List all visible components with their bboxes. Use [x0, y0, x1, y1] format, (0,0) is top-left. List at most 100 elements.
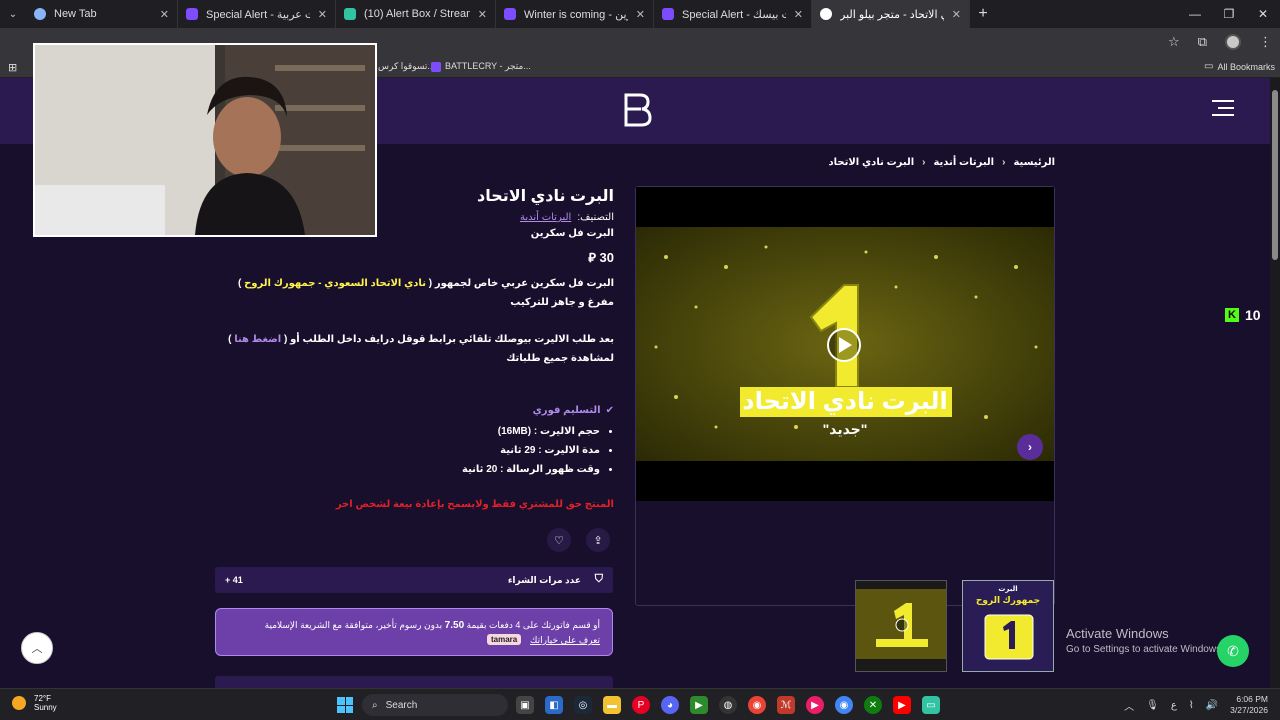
- start-button[interactable]: [337, 697, 353, 713]
- app-icon[interactable]: ▶: [806, 696, 824, 714]
- product-gallery: البرت نادي الاتحاد "جديد": [635, 186, 1055, 606]
- share-button[interactable]: ⇪: [586, 528, 610, 552]
- site-icon: [504, 8, 516, 20]
- page-scrollbar[interactable]: [1270, 78, 1280, 688]
- breadcrumb-home[interactable]: الرئيسية: [1013, 157, 1055, 168]
- kick-widget[interactable]: K 10: [1225, 307, 1261, 323]
- delivery-description: بعد طلب الاليرت بيوصلك تلقائي برابط قوقل…: [228, 334, 614, 364]
- product-price: 30 ⃁: [588, 250, 614, 265]
- toolbar-actions: ☆ ⧉ ⋮: [1168, 28, 1272, 56]
- language-indicator[interactable]: ع: [1171, 700, 1177, 711]
- site-icon: [186, 8, 198, 20]
- spec-item: وقت ظهور الرسالة : 20 ثانية: [462, 460, 600, 479]
- thumbnail-art: [856, 589, 946, 659]
- check-icon: ✔: [605, 405, 614, 416]
- gallery-thumbnail-2[interactable]: البرت جمهورك الروح: [962, 580, 1054, 672]
- microphone-icon[interactable]: 🎙: [1146, 700, 1159, 711]
- close-window-icon[interactable]: ✕: [1246, 0, 1280, 28]
- scrollbar-thumb[interactable]: [1272, 90, 1278, 260]
- taskbar-apps: ▣ ◧ ◎ ▬ P ◕ ▶ ◍ ◉ ℳ ▶ ◉ ✕ ▶ ▭: [516, 696, 940, 714]
- chrome-active-icon[interactable]: ◉: [835, 696, 853, 714]
- close-tab-icon[interactable]: ✕: [160, 8, 169, 21]
- app-icon[interactable]: ▶: [690, 696, 708, 714]
- bag-icon: ⛉: [594, 573, 603, 585]
- tamara-options-link[interactable]: تعرف على خياراتك: [530, 635, 600, 646]
- tab-active-product[interactable]: البرت نادي الاتحاد - متجر بيلو البر...✕: [812, 0, 970, 28]
- extensions-icon[interactable]: ⧉: [1198, 34, 1207, 50]
- bookmark-star-icon[interactable]: ☆: [1168, 34, 1180, 50]
- category-link[interactable]: البرتات أندية: [520, 212, 571, 223]
- close-tab-icon[interactable]: ✕: [952, 8, 961, 21]
- wishlist-button[interactable]: ♡: [547, 528, 571, 552]
- network-icon[interactable]: ⌇: [1189, 700, 1194, 711]
- video-subtitle-overlay: "جديد": [822, 421, 868, 437]
- all-bookmarks[interactable]: ▭ All Bookmarks: [1204, 61, 1275, 72]
- app-icon[interactable]: ◍: [719, 696, 737, 714]
- product-category: التصنيف:البرتات أندية: [519, 212, 614, 223]
- pinterest-icon[interactable]: P: [632, 696, 650, 714]
- close-tab-icon[interactable]: ✕: [794, 8, 803, 21]
- search-icon: ⌕: [372, 699, 378, 711]
- bookmark-item-1[interactable]: تسوقوا كرس...: [378, 61, 435, 72]
- more-menu-icon[interactable]: ⋮: [1259, 34, 1272, 50]
- tab-search-button[interactable]: ⌄: [0, 0, 26, 28]
- next-section-card: [215, 676, 613, 688]
- task-view-icon[interactable]: ▣: [516, 696, 534, 714]
- tray-chevron-icon[interactable]: ︿: [1124, 698, 1134, 713]
- close-tab-icon[interactable]: ✕: [478, 8, 487, 21]
- volume-icon[interactable]: 🔊: [1206, 700, 1218, 711]
- discord-icon[interactable]: ◕: [661, 696, 679, 714]
- thumbnail-badge-art: [984, 614, 1034, 660]
- tamara-installments: أو قسم فاتورتك على 4 دفعات بقيمة 7.50 بد…: [215, 608, 613, 656]
- close-tab-icon[interactable]: ✕: [318, 8, 327, 21]
- menu-hamburger-icon[interactable]: [1212, 100, 1234, 116]
- new-tab-button[interactable]: +: [970, 5, 996, 23]
- tamara-logo: tamara: [487, 634, 522, 645]
- product-video[interactable]: البرت نادي الاتحاد "جديد": [636, 187, 1054, 501]
- breadcrumb-current: البرت نادي الاتحاد: [828, 157, 915, 168]
- windows-activation-watermark: Activate Windows Go to Settings to activ…: [1066, 626, 1224, 655]
- apps-grid-icon[interactable]: ⊞: [8, 61, 17, 74]
- video-title-overlay: البرت نادي الاتحاد: [742, 388, 948, 415]
- youtube-icon[interactable]: ▶: [893, 696, 911, 714]
- windows-taskbar: 72°F Sunny ⌕ Search ▣ ◧ ◎ ▬ P ◕ ▶ ◍ ◉ ℳ …: [0, 688, 1280, 720]
- video-frame: البرت نادي الاتحاد "جديد": [636, 227, 1054, 461]
- breadcrumb: الرئيسية ‹ البرتات أندية ‹ البرت نادي ال…: [829, 157, 1055, 168]
- streamlabs-icon: [344, 8, 356, 20]
- whatsapp-button[interactable]: ✆: [1217, 635, 1249, 667]
- clock[interactable]: 6:06 PM 3/27/2026: [1230, 694, 1268, 716]
- steam-icon[interactable]: ◎: [574, 696, 592, 714]
- product-specs: حجم الاليرت : (16MB) مدة الاليرت : 29 ثا…: [462, 422, 600, 479]
- taskbar-search[interactable]: ⌕ Search: [362, 694, 508, 716]
- system-tray: ︿ 🎙 ع ⌇ 🔊 6:06 PM 3/27/2026: [1124, 694, 1268, 716]
- webcam-overlay: [33, 43, 377, 237]
- chevron-up-icon: ︿: [31, 643, 43, 655]
- tab-special-alert-basic[interactable]: Special Alert - البرتات بيسك✕: [654, 0, 812, 28]
- gallery-thumbnail-1[interactable]: [855, 580, 947, 672]
- chrome-icon[interactable]: ◉: [748, 696, 766, 714]
- instant-delivery: ✔ التسليم فوري: [532, 405, 614, 416]
- bookmark-item-2[interactable]: BATTLECRY - متجر...: [431, 61, 531, 72]
- click-here-link[interactable]: اضغط هنا: [234, 334, 281, 345]
- resale-warning: المنتج حق للمشتري فقط ولايسمح بإعادة بيع…: [335, 499, 614, 510]
- product-title: البرت نادي الاتحاد: [477, 188, 614, 205]
- app-icon[interactable]: ◧: [545, 696, 563, 714]
- minimize-icon[interactable]: —: [1178, 0, 1212, 28]
- chevron-left-icon: ‹: [1002, 157, 1006, 168]
- app-icon[interactable]: ℳ: [777, 696, 795, 714]
- tab-streamlabs[interactable]: (10) Alert Box / Streamlabs✕: [336, 0, 496, 28]
- close-tab-icon[interactable]: ✕: [636, 8, 645, 21]
- streamlabs-app-icon[interactable]: ▭: [922, 696, 940, 714]
- file-explorer-icon[interactable]: ▬: [603, 696, 621, 714]
- tab-new-tab[interactable]: New Tab ✕: [26, 0, 178, 28]
- xbox-icon[interactable]: ✕: [864, 696, 882, 714]
- gallery-next-button[interactable]: ›: [1017, 434, 1043, 460]
- profile-avatar[interactable]: [1225, 34, 1241, 50]
- weather-widget[interactable]: 72°F Sunny: [12, 694, 57, 712]
- breadcrumb-category[interactable]: البرتات أندية: [933, 157, 994, 168]
- restore-icon[interactable]: ❐: [1212, 0, 1246, 28]
- scroll-to-top-button[interactable]: ︿: [21, 632, 53, 664]
- tab-winter-is-coming[interactable]: Winter is coming - ألبرت فل سكرين✕: [496, 0, 654, 28]
- store-logo[interactable]: [620, 92, 654, 128]
- tab-special-alert-arabic[interactable]: Special Alert - البرتات عربية✕: [178, 0, 336, 28]
